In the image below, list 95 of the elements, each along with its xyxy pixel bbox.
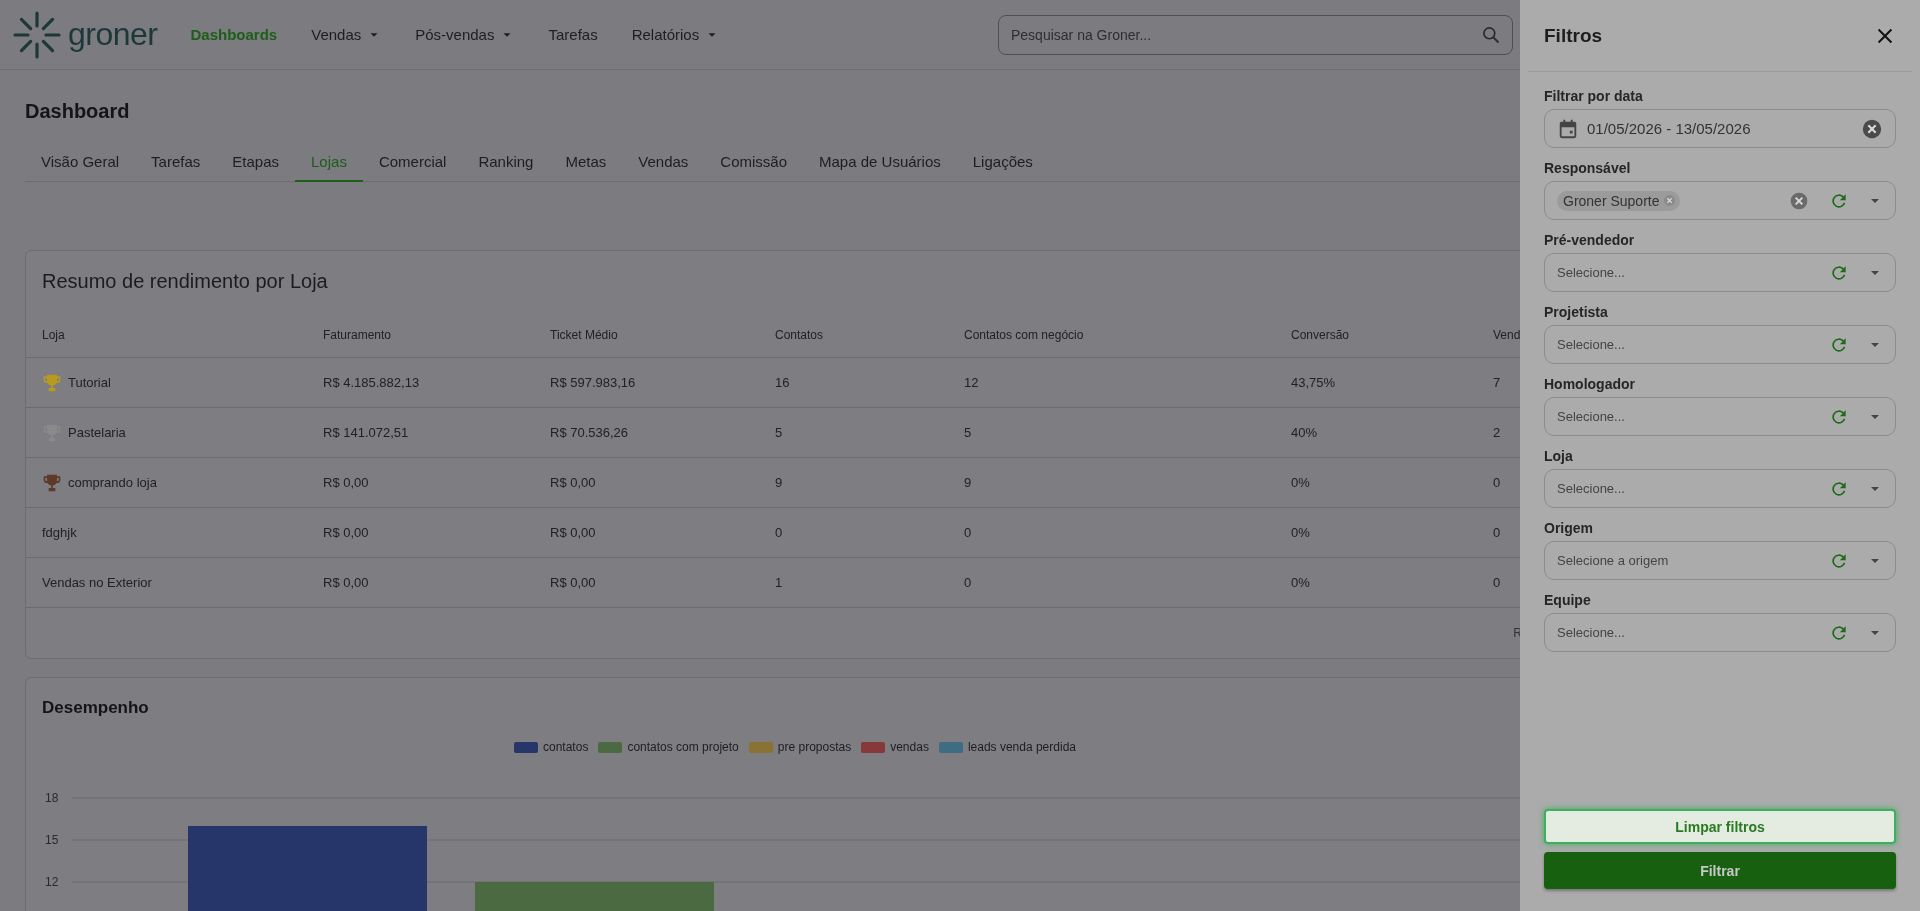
select-field[interactable]: Selecione... bbox=[1544, 253, 1896, 292]
table-cell: R$ 0,00 bbox=[550, 525, 596, 540]
tab[interactable]: Comercial bbox=[362, 145, 463, 182]
nav-menu-item[interactable]: Tarefas bbox=[548, 26, 598, 43]
table-cell: 7 bbox=[1493, 375, 1501, 390]
logo-text: groner bbox=[68, 16, 158, 53]
table-cell: 9 bbox=[775, 475, 783, 490]
remove-icon[interactable] bbox=[1662, 194, 1676, 207]
column-header: Conversão bbox=[1291, 328, 1350, 342]
field-label: Equipe bbox=[1544, 592, 1592, 608]
table-cell: Vendas no Exterior bbox=[42, 575, 152, 590]
table-cell: R$ 4.185.882,13 bbox=[323, 375, 420, 390]
legend-label: pre propostas bbox=[777, 740, 852, 754]
table-cell: R$ 141.072,51 bbox=[323, 425, 409, 440]
table-cell: R$ 0,00 bbox=[550, 575, 596, 590]
legend-label: contatos com projeto bbox=[627, 740, 739, 754]
column-header: Faturamento bbox=[323, 328, 392, 342]
table-cell: 16 bbox=[775, 375, 790, 390]
table-cell: R$ 70.536,26 bbox=[550, 425, 629, 440]
tab[interactable]: Ligações bbox=[956, 145, 1049, 182]
table-cell: 0% bbox=[1291, 575, 1310, 590]
tab[interactable]: Vendas bbox=[622, 145, 705, 182]
table-cell: R$ 0,00 bbox=[550, 475, 596, 490]
nav-menu-item[interactable]: Vendas bbox=[311, 26, 382, 43]
table-cell: 0% bbox=[1291, 475, 1310, 490]
table-cell: 0 bbox=[964, 525, 972, 540]
field-label: Pré-vendedor bbox=[1544, 232, 1636, 248]
table-cell: 0 bbox=[964, 575, 972, 590]
table-cell: 12 bbox=[964, 375, 979, 390]
legend-label: contatos bbox=[543, 740, 589, 754]
field-label: Origem bbox=[1544, 520, 1594, 536]
column-header: Vend bbox=[1493, 328, 1521, 342]
table-cell: R$ 0,00 bbox=[323, 475, 369, 490]
table-cell: 0 bbox=[1493, 575, 1501, 590]
tab[interactable]: Etapas bbox=[216, 145, 295, 182]
table-cell: 0 bbox=[1493, 525, 1501, 540]
table-cell: 0% bbox=[1291, 525, 1310, 540]
search-field[interactable]: Pesquisar na Groner... bbox=[998, 14, 1513, 55]
card-title: Desempenho bbox=[42, 698, 149, 718]
select-field[interactable]: Selecione... bbox=[1544, 469, 1896, 508]
card-title: Resumo de rendimento por Loja bbox=[42, 269, 328, 293]
table-cell: 5 bbox=[964, 425, 972, 440]
select-field[interactable]: Groner Suporte bbox=[1544, 181, 1896, 220]
search-icon[interactable] bbox=[1481, 24, 1501, 45]
page-title: Dashboard bbox=[25, 99, 130, 124]
calendar-icon bbox=[1557, 117, 1579, 140]
selected-chip[interactable]: Groner Suporte bbox=[1557, 190, 1680, 211]
field-label: Responsável bbox=[1544, 160, 1632, 176]
table-cell: R$ 597.983,16 bbox=[550, 375, 636, 390]
nav-menu-item[interactable]: Pós-vendas bbox=[415, 26, 515, 43]
select-field[interactable]: Selecione... bbox=[1544, 613, 1896, 652]
table-cell: Pastelaria bbox=[68, 425, 126, 440]
column-header: Loja bbox=[42, 328, 65, 342]
table-cell: 9 bbox=[964, 475, 972, 490]
table-cell: 0 bbox=[775, 525, 783, 540]
tab[interactable]: Ranking bbox=[462, 145, 550, 182]
table-cell: fdghjk bbox=[42, 525, 77, 540]
date-range-field[interactable]: 01/05/2026 - 13/05/2026 bbox=[1544, 109, 1896, 148]
table-cell: 40% bbox=[1291, 425, 1318, 440]
select-field[interactable]: Selecione... bbox=[1544, 325, 1896, 364]
panel-title: Filtros bbox=[1544, 24, 1603, 47]
tab[interactable]: Visão Geral bbox=[25, 145, 136, 182]
field-label: Homologador bbox=[1544, 376, 1636, 392]
field-label: Projetista bbox=[1544, 304, 1609, 320]
logo-icon bbox=[12, 9, 62, 60]
tab[interactable]: Tarefas bbox=[135, 145, 217, 182]
table-cell: 1 bbox=[775, 575, 783, 590]
column-header: Ticket Médio bbox=[550, 328, 618, 342]
tab[interactable]: Metas bbox=[549, 145, 623, 182]
column-header: Contatos bbox=[775, 328, 824, 342]
select-field[interactable]: Selecione... bbox=[1544, 397, 1896, 436]
axis-tick-label: 12 bbox=[45, 875, 59, 889]
table-cell: comprando loja bbox=[68, 475, 157, 490]
table-cell: 5 bbox=[775, 425, 783, 440]
column-header: Contatos com negócio bbox=[964, 328, 1084, 342]
table-cell: R$ 0,00 bbox=[323, 575, 369, 590]
clear-filters-button[interactable]: Limpar filtros bbox=[1544, 809, 1896, 844]
select-field[interactable]: Selecione a origem bbox=[1544, 541, 1896, 580]
nav-menu-item[interactable]: Relatórios bbox=[631, 26, 720, 43]
table-cell: 0 bbox=[1493, 475, 1501, 490]
axis-tick-label: 15 bbox=[45, 833, 59, 847]
field-label: Filtrar por data bbox=[1544, 88, 1644, 104]
legend-label: vendas bbox=[890, 740, 929, 754]
clear-icon[interactable] bbox=[1861, 117, 1883, 140]
table-cell: 43,75% bbox=[1291, 375, 1336, 390]
filter-button[interactable]: Filtrar bbox=[1544, 852, 1896, 889]
legend-label: leads venda perdida bbox=[967, 740, 1076, 754]
tab[interactable]: Comissão bbox=[704, 145, 804, 182]
table-cell: R$ 0,00 bbox=[323, 525, 369, 540]
axis-tick-label: 18 bbox=[45, 791, 59, 805]
table-cell: Tutorial bbox=[68, 375, 111, 390]
table-cell: 2 bbox=[1493, 425, 1501, 440]
clear-icon[interactable] bbox=[1789, 190, 1809, 211]
field-label: Loja bbox=[1544, 448, 1574, 464]
tab[interactable]: Mapa de Usuários bbox=[803, 145, 957, 182]
